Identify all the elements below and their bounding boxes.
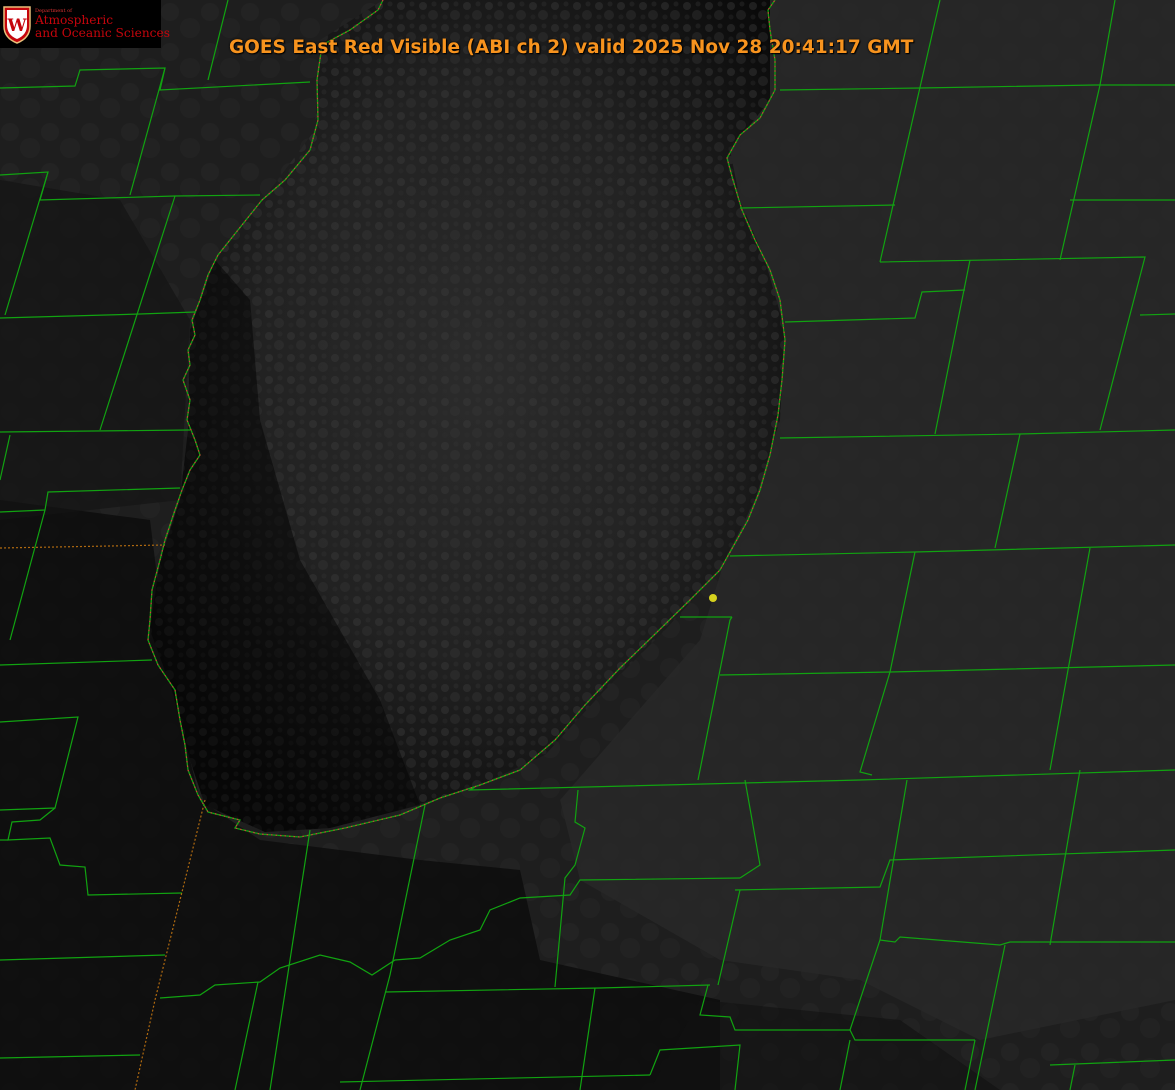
svg-text:W: W [6,16,27,36]
image-title: GOES East Red Visible (ABI ch 2) valid 2… [229,37,914,58]
logo-line-2: and Oceanic Sciences [35,25,170,40]
location-dot-icon [709,594,717,602]
satellite-map [0,0,1175,1090]
department-logo: W Department of Atmospheric and Oceanic … [0,0,170,48]
crest-icon: W [3,6,31,44]
logo-line-1: Atmospheric [35,12,114,27]
